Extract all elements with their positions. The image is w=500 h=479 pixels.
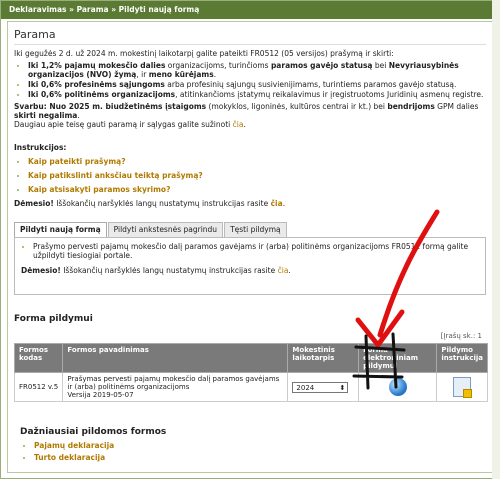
more-info-link[interactable]: čia: [233, 120, 244, 129]
page-title: Parama: [14, 28, 486, 45]
form-name-cell: Prašymas pervesti pajamų mokesčio dalį p…: [62, 372, 289, 402]
instruction-cell: [436, 372, 488, 402]
form-code: FR0512 v.5: [13, 372, 64, 402]
breadcrumb-sep: »: [66, 5, 77, 14]
page-frame: Deklaravimas » Parama » Pildyti naują fo…: [0, 0, 500, 479]
intro-text: Iki gegužės 2 d. už 2024 m. mokestinį la…: [14, 49, 394, 58]
period-select[interactable]: 2024 ⬍: [292, 381, 349, 393]
attention-note: Dėmesio! Iššokančių naršyklės langų nust…: [14, 199, 286, 208]
record-count: [Įrašų sk.: 1: [440, 332, 482, 340]
instructions-title: Instrukcijos:: [14, 143, 67, 152]
breadcrumb-deklaravimas[interactable]: Deklaravimas: [9, 5, 67, 14]
link-property-declaration[interactable]: Turto deklaracija: [34, 453, 105, 462]
important-note: Svarbu: Nuo 2025 m. biudžetinėms įstaigo…: [14, 102, 479, 129]
tab-bar: Pildyti naują formą Pildyti ankstesnės pa…: [14, 222, 288, 238]
instructions: Instrukcijos: Kaip pateikti prašymą? Kai…: [14, 143, 486, 208]
popup-help-link[interactable]: čia: [278, 266, 289, 275]
list-item: Pajamų deklaracija: [34, 441, 166, 450]
instruction-item: Kaip patikslinti anksčiau teiktą prašymą…: [28, 171, 486, 180]
list-item: Iki 0,6% politinėms organizacijoms, atit…: [28, 90, 486, 99]
breadcrumb-current: Pildyti naują formą: [118, 5, 200, 14]
frequent-forms: Dažniausiai pildomos formos Pajamų dekla…: [20, 427, 166, 465]
table-header-row: Formos kodas Formos pavadinimas Mokestin…: [13, 343, 488, 373]
breadcrumb-sep: »: [108, 5, 119, 14]
allocation-list: Iki 1,2% pajamų mokesčio dalies organiza…: [14, 61, 486, 99]
forms-table: Formos kodas Formos pavadinimas Mokestin…: [13, 343, 488, 402]
list-item: Turto deklaracija: [34, 453, 166, 462]
breadcrumb-parama[interactable]: Parama: [77, 5, 109, 14]
link-cancel-support[interactable]: Kaip atsisakyti paramos skyrimo?: [28, 185, 170, 194]
document-icon[interactable]: [453, 377, 473, 398]
period-cell: 2024 ⬍: [287, 372, 360, 402]
frequent-title: Dažniausiai pildomos formos: [20, 427, 167, 437]
link-income-declaration[interactable]: Pajamų deklaracija: [34, 441, 114, 450]
form-name: Prašymas pervesti pajamų mokesčio dalį p…: [67, 375, 280, 391]
link-correct-request[interactable]: Kaip patikslinti anksčiau teiktą prašymą…: [28, 171, 203, 180]
chevron-down-icon: ⬍: [339, 383, 346, 392]
forms-title: Forma pildymui: [14, 314, 93, 324]
attention-note: Dėmesio! Iššokančių naršyklės langų nust…: [21, 266, 291, 275]
col-period: Mokestinis laikotarpis: [287, 343, 360, 373]
col-electronic: Forma elektroniniam pildymui: [358, 343, 438, 373]
col-instruction: Pildymo instrukcija: [436, 343, 488, 373]
list-item: Iki 0,6% profesinėms sąjungoms arba prof…: [28, 80, 486, 89]
breadcrumb: Deklaravimas » Parama » Pildyti naują fo…: [1, 1, 499, 19]
globe-icon[interactable]: [388, 378, 407, 396]
form-version: Versija 2019-05-07: [67, 391, 134, 399]
instruction-item: Kaip pateikti prašymą?: [28, 157, 486, 166]
link-submit-request[interactable]: Kaip pateikti prašymą?: [28, 157, 126, 166]
tab-continue[interactable]: Tęsti pildymą: [224, 222, 287, 237]
table-row: FR0512 v.5 Prašymas pervesti pajamų moke…: [13, 372, 488, 402]
list-item: Iki 1,2% pajamų mokesčio dalies organiza…: [28, 61, 486, 79]
col-name: Formos pavadinimas: [62, 343, 289, 373]
col-code: Formos kodas: [13, 343, 64, 373]
list-item: Prašymo pervesti pajamų mokesčio dalį pa…: [33, 242, 479, 260]
tab-new-form[interactable]: Pildyti naują formą: [14, 222, 107, 237]
scrollbar[interactable]: [492, 0, 500, 479]
instruction-item: Kaip atsisakyti paramos skyrimo?: [28, 185, 486, 194]
content-panel: Parama Iki gegužės 2 d. už 2024 m. mokes…: [7, 21, 493, 473]
tab-previous-form[interactable]: Pildyti ankstesnės pagrindu: [107, 222, 224, 237]
tab-panel: Prašymo pervesti pajamų mokesčio dalį pa…: [14, 237, 486, 295]
popup-help-link[interactable]: čia: [271, 199, 283, 208]
electronic-cell: [358, 372, 438, 402]
